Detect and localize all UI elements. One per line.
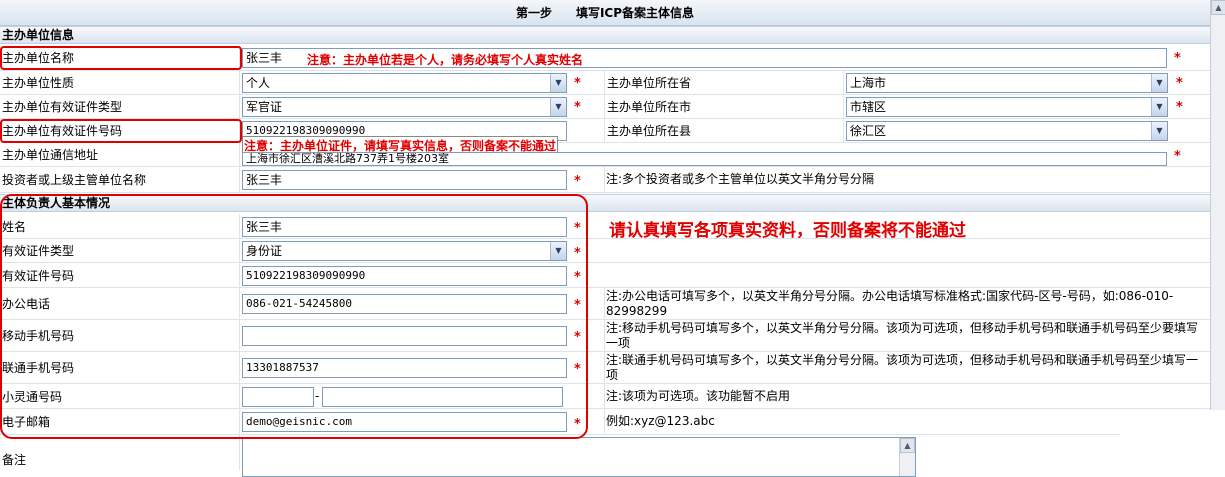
- row-investor: 投资者或上级主管单位名称 张三丰 * 注:多个投资者或多个主管单位以英文半角分号…: [0, 167, 1210, 193]
- sponsor-province-label: 主办单位所在省: [604, 71, 844, 94]
- sponsor-province-select[interactable]: 上海市 ▼: [846, 73, 1168, 93]
- remark-textarea[interactable]: ▲: [242, 437, 916, 477]
- chevron-down-icon[interactable]: ▼: [550, 98, 566, 116]
- highlight-sponsor-name-label: [0, 46, 242, 70]
- required-mark: *: [574, 174, 581, 189]
- mobile-note: 注:移动手机号码可填写多个，以英文半角分号分隔。该项为可选项，但移动手机号码和联…: [604, 320, 1210, 351]
- investor-note: 注:多个投资者或多个主管单位以英文半角分号分隔: [604, 167, 1210, 192]
- page-scrollbar[interactable]: ▲: [1210, 0, 1225, 410]
- sponsor-city-select[interactable]: 市辖区 ▼: [846, 97, 1168, 117]
- highlight-principal-section: [0, 194, 588, 439]
- required-mark: *: [1174, 149, 1181, 164]
- row-sponsor-address: 主办单位通信地址 上海市徐汇区漕溪北路737弄1号楼203室 *: [0, 143, 1210, 167]
- required-mark: *: [1174, 51, 1181, 66]
- highlight-sponsor-cert-no-label: [0, 119, 242, 143]
- row-sponsor-cert-type: 主办单位有效证件类型 军官证 ▼ * 主办单位所在市 市辖区 ▼ *: [0, 95, 1210, 119]
- office-phone-note: 注:办公电话可填写多个，以英文半角分号分隔。办公电话填写标准格式:国家代码-区号…: [604, 288, 1210, 319]
- required-mark: *: [574, 76, 581, 91]
- unicom-note: 注:联通手机号码可填写多个，以英文半角分号分隔。该项为可选项，但移动手机号码和联…: [604, 352, 1210, 383]
- page-title: 第一步 填写ICP备案主体信息: [0, 0, 1210, 26]
- sponsor-county-label: 主办单位所在县: [604, 119, 844, 142]
- chevron-down-icon[interactable]: ▼: [1151, 98, 1167, 116]
- investor-input[interactable]: 张三丰: [242, 170, 567, 190]
- phs-note: 注:该项为可选项。该功能暂不启用: [604, 384, 1210, 408]
- investor-label: 投资者或上级主管单位名称: [0, 167, 240, 192]
- blank-area: [1120, 410, 1225, 470]
- required-mark: *: [574, 100, 581, 115]
- sponsor-address-label: 主办单位通信地址: [0, 143, 240, 166]
- sponsor-name-warning: 注意：主办单位若是个人，请务必填写个人真实姓名: [307, 53, 584, 67]
- scroll-up-icon[interactable]: ▲: [900, 438, 915, 453]
- sponsor-cert-type-select[interactable]: 军官证 ▼: [242, 97, 567, 117]
- sponsor-address-input[interactable]: 上海市徐汇区漕溪北路737弄1号楼203室: [242, 152, 1167, 166]
- remark-label: 备注: [0, 435, 240, 470]
- sponsor-cert-type-label: 主办单位有效证件类型: [0, 95, 240, 118]
- remark-scrollbar[interactable]: ▲: [899, 438, 915, 476]
- sponsor-city-label: 主办单位所在市: [604, 95, 844, 118]
- chevron-down-icon[interactable]: ▼: [550, 74, 566, 92]
- chevron-down-icon[interactable]: ▼: [1151, 74, 1167, 92]
- section-header-sponsor: 主办单位信息: [0, 26, 1210, 44]
- sponsor-nature-label: 主办单位性质: [0, 71, 240, 94]
- scroll-up-icon[interactable]: ▲: [1211, 0, 1225, 15]
- required-mark: *: [1176, 100, 1183, 115]
- required-mark: *: [1176, 76, 1183, 91]
- sponsor-county-select[interactable]: 徐汇区 ▼: [846, 121, 1168, 141]
- sponsor-nature-select[interactable]: 个人 ▼: [242, 73, 567, 93]
- chevron-down-icon[interactable]: ▼: [1151, 122, 1167, 140]
- row-sponsor-nature: 主办单位性质 个人 ▼ * 主办单位所在省 上海市 ▼ *: [0, 71, 1210, 95]
